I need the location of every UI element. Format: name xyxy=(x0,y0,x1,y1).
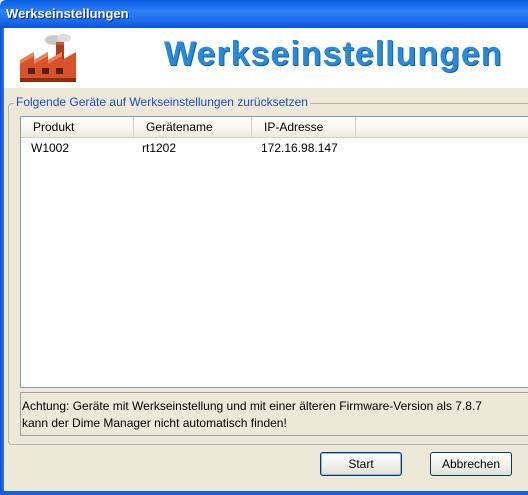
window-frame-bottom xyxy=(0,491,528,495)
warning-line-1: Achtung: Geräte mit Werkseinstellung und… xyxy=(22,399,482,413)
window-frame-left xyxy=(0,28,4,495)
column-header-geraetename[interactable]: Gerätename xyxy=(134,117,252,137)
factory-icon xyxy=(20,34,76,82)
cell-geraetename: rt1202 xyxy=(142,141,177,155)
cell-ip-adresse: 172.16.98.147 xyxy=(261,141,338,155)
device-list[interactable]: Produkt Gerätename IP-Adresse W1002 rt12… xyxy=(20,116,528,388)
start-button[interactable]: Start xyxy=(320,452,402,476)
cancel-button[interactable]: Abbrechen xyxy=(430,452,512,476)
warning-notice: Achtung: Geräte mit Werkseinstellung und… xyxy=(20,392,528,436)
banner-header: Werkseinstellungen xyxy=(4,28,528,88)
list-header: Produkt Gerätename IP-Adresse xyxy=(21,117,528,138)
table-row[interactable]: W1002 rt1202 172.16.98.147 xyxy=(21,139,521,157)
column-header-ip-adresse[interactable]: IP-Adresse xyxy=(252,117,356,137)
window-title: Werkseinstellungen xyxy=(6,6,129,21)
column-header-produkt[interactable]: Produkt xyxy=(21,117,134,137)
groupbox-legend: Folgende Geräte auf Werkseinstellungen z… xyxy=(14,95,310,109)
banner-title: Werkseinstellungen xyxy=(164,35,503,73)
title-bar[interactable]: Werkseinstellungen xyxy=(0,0,528,28)
cell-produkt: W1002 xyxy=(31,141,70,155)
warning-line-2: kann der Dime Manager nicht automatisch … xyxy=(22,416,287,430)
